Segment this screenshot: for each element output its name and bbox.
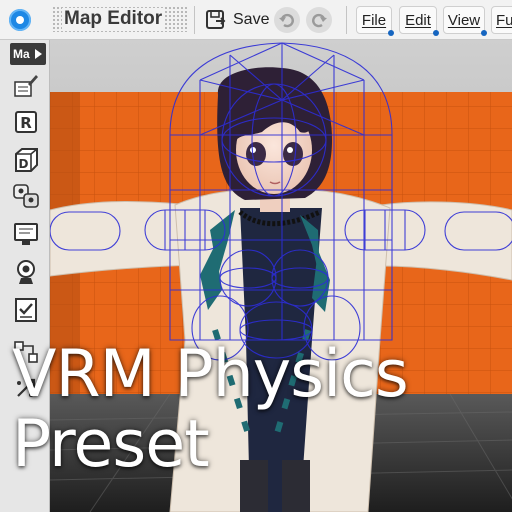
menu-file-label: File [361, 11, 387, 29]
menu-view[interactable]: View [443, 6, 487, 36]
toolbar-divider [346, 6, 347, 34]
d-tool[interactable]: D [10, 144, 42, 176]
pencil-icon [14, 75, 38, 97]
caption-line-1: VRM Physics [12, 337, 409, 412]
r-box-icon: R [15, 111, 37, 133]
save-label: Save [233, 11, 270, 28]
save-button[interactable]: Save [200, 6, 270, 34]
redo-button[interactable] [306, 7, 332, 33]
menu-file[interactable]: File [356, 6, 394, 36]
left-eye [246, 142, 266, 166]
menu-edit-label: Edit [405, 11, 431, 29]
menu-fu-label: Fu [496, 11, 512, 29]
r-tool[interactable]: R [10, 106, 42, 138]
r-tool-letter: R [20, 114, 32, 132]
sidebar-map-tab[interactable]: Ma [10, 43, 46, 65]
checklist-tool[interactable] [10, 294, 42, 326]
checklist-icon [15, 298, 37, 322]
menu-view-label: View [447, 11, 481, 29]
monitor-icon [14, 223, 38, 245]
camera-icon [17, 260, 35, 284]
gamepad-icon [13, 184, 39, 208]
undo-button[interactable] [274, 7, 300, 33]
sidebar-tab-label: Ma [13, 47, 30, 61]
save-icon [206, 10, 226, 29]
app-title: Map Editor [62, 8, 165, 30]
menu-indicator-dot [481, 30, 487, 36]
title-area: Map Editor [52, 6, 188, 32]
redo-icon [312, 13, 327, 28]
top-toolbar: Map Editor Save File Edit View Fu [0, 0, 512, 40]
pencil-doc-tool[interactable] [10, 70, 42, 102]
gamepad-tool[interactable] [10, 180, 42, 212]
app-logo-icon[interactable] [9, 9, 31, 31]
menu-fu[interactable]: Fu [491, 6, 512, 34]
promo-caption: VRM Physics Preset [12, 340, 502, 480]
menu-indicator-dot [388, 30, 394, 36]
d-cube-icon: D [15, 148, 38, 172]
toolbar-divider [194, 6, 195, 34]
camera-tool[interactable] [10, 256, 42, 288]
right-eye [283, 142, 303, 166]
undo-icon [279, 13, 294, 28]
menu-indicator-dot [433, 30, 439, 36]
caption-line-2: Preset [12, 407, 210, 482]
menu-edit[interactable]: Edit [399, 6, 439, 36]
monitor-tool[interactable] [10, 218, 42, 250]
d-tool-letter: D [19, 157, 29, 171]
